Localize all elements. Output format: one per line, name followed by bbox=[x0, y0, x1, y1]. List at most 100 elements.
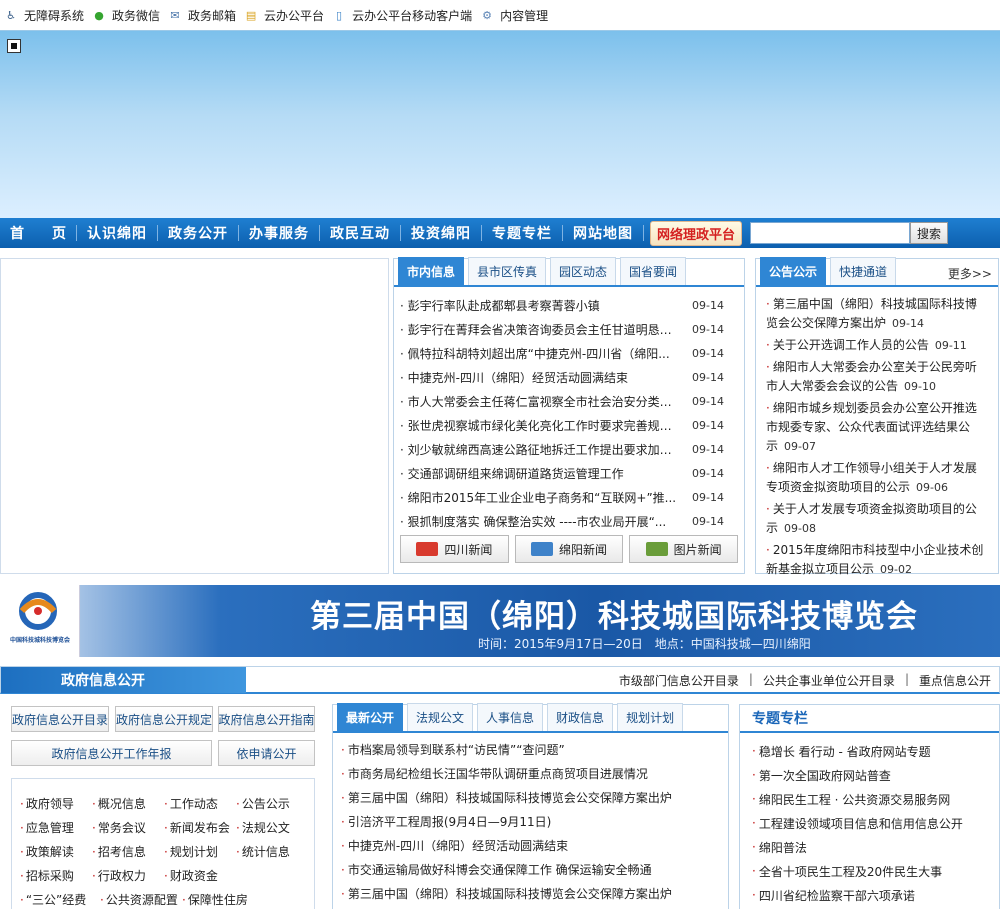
special-item[interactable]: · 稳增长 看行动 - 省政府网站专题 bbox=[752, 739, 999, 763]
nav-item[interactable]: 认识绵阳 bbox=[77, 223, 157, 243]
news-category-button[interactable]: 四川新闻 bbox=[400, 535, 509, 563]
news-item[interactable]: · 刘少敏就绵西高速公路征地拆迁工作提出要求加强... 09-14 bbox=[400, 437, 724, 461]
nav-item[interactable]: 首 页 bbox=[0, 223, 76, 243]
special-item[interactable]: · 全省十项民生工程及20件民生大事 bbox=[752, 859, 999, 883]
topbar-link[interactable]: ♿ 无障碍系统 bbox=[2, 6, 84, 24]
nav-item[interactable]: 投资绵阳 bbox=[401, 223, 481, 243]
latest-tab[interactable]: 最新公开 bbox=[337, 703, 404, 731]
notice-tab[interactable]: 公告公示 bbox=[760, 257, 827, 285]
special-item[interactable]: · 工程建设领域项目信息和信用信息公开 bbox=[752, 811, 999, 835]
news-item[interactable]: · 彭宇行在菁拜会省决策咨询委员会主任甘道明恳请... 09-14 bbox=[400, 317, 724, 341]
news-item-title[interactable]: · 市人大常委会主任蒋仁富视察全市社会治安分类防... bbox=[400, 393, 682, 410]
topbar-link[interactable]: ⚙ 内容管理 bbox=[478, 6, 548, 24]
gov-info-link[interactable]: 市级部门信息公开目录 bbox=[619, 672, 739, 689]
news-item-title[interactable]: · 交通部调研组来绵调研道路货运管理工作 bbox=[400, 465, 682, 482]
topbar-link[interactable]: ✉ 政务邮箱 bbox=[166, 6, 236, 24]
gov-category-link[interactable]: · 政府领导 bbox=[20, 795, 74, 812]
news-item[interactable]: · 交通部调研组来绵调研道路货运管理工作 09-14 bbox=[400, 461, 724, 485]
latest-item-title[interactable]: · 引涪济平工程周报(9月4日—9月11日) bbox=[341, 813, 722, 830]
news-tab[interactable]: 县市区传真 bbox=[468, 257, 547, 285]
news-item[interactable]: · 市人大常委会主任蒋仁富视察全市社会治安分类防... 09-14 bbox=[400, 389, 724, 413]
notice-item[interactable]: · 2015年度绵阳市科技型中小企业技术创 新基金拟立项目公示 09-02 bbox=[766, 541, 992, 579]
expo-banner[interactable]: 中国科技城科技博览会 第三届中国（绵阳）科技城国际科技博览会 时间：2015年9… bbox=[0, 585, 1000, 657]
news-item[interactable]: · 张世虎视察城市绿化美化亮化工作时要求完善规划... 09-14 bbox=[400, 413, 724, 437]
news-item-title[interactable]: · 中捷克州-四川（绵阳）经贸活动圆满结束 bbox=[400, 369, 682, 386]
notice-item[interactable]: · 关于人才发展专项资金拟资助项目的公示 09-08 bbox=[766, 500, 992, 538]
latest-item-title[interactable]: · 市档案局领导到联系村“访民情”“查问题” bbox=[341, 741, 722, 758]
gov-category-link[interactable]: · 招标采购 bbox=[20, 867, 74, 884]
gov-category-link[interactable]: · “三公”经费 bbox=[20, 891, 86, 908]
news-category-button[interactable]: 图片新闻 bbox=[629, 535, 739, 563]
latest-tab[interactable]: 规划计划 bbox=[617, 703, 684, 731]
news-item[interactable]: · 中捷克州-四川（绵阳）经贸活动圆满结束 09-14 bbox=[400, 365, 724, 389]
gov-category-link[interactable]: · 规划计划 bbox=[164, 843, 218, 860]
notice-item[interactable]: · 绵阳市人大常委会办公室关于公民旁听 市人大常委会会议的公告 09-10 bbox=[766, 358, 992, 396]
latest-item-title[interactable]: · 第三届中国（绵阳）科技城国际科技博览会公交保障方案出炉 bbox=[341, 885, 722, 902]
nav-item[interactable]: 办事服务 bbox=[239, 223, 319, 243]
news-item-title[interactable]: · 绵阳市2015年工业企业电子商务和“互联网+”推... bbox=[400, 489, 682, 506]
news-item-title[interactable]: · 佩特拉科胡特刘超出席“中捷克州-四川省（绵阳... bbox=[400, 345, 682, 362]
latest-item[interactable]: · 中捷克州-四川（绵阳）经贸活动圆满结束 bbox=[341, 833, 722, 857]
more-link[interactable]: 更多>> bbox=[948, 265, 992, 282]
gov-category-link[interactable]: · 保障性住房 bbox=[182, 891, 248, 908]
notice-item[interactable]: · 第三届中国（绵阳）科技城国际科技博 览会公交保障方案出炉 09-14 bbox=[766, 295, 992, 333]
latest-item-title[interactable]: · 第三届中国（绵阳）科技城国际科技博览会公交保障方案出炉 bbox=[341, 789, 722, 806]
latest-item-title[interactable]: · 市交通运输局做好科博会交通保障工作 确保运输安全畅通 bbox=[341, 861, 722, 878]
news-item[interactable]: · 狠抓制度落实 确保整治实效 ----市农业局开展“... 09-14 bbox=[400, 509, 724, 533]
gov-category-link[interactable]: · 行政权力 bbox=[92, 867, 146, 884]
latest-item[interactable]: · 市商务局纪检组长汪国华带队调研重点商贸项目进展情况 bbox=[341, 761, 722, 785]
latest-item[interactable]: · 第三届中国（绵阳）科技城国际科技博览会公交保障方案出炉 bbox=[341, 881, 722, 905]
gov-category-link[interactable]: · 工作动态 bbox=[164, 795, 218, 812]
special-item[interactable]: · 四川省纪检监察干部六项承诺 bbox=[752, 883, 999, 907]
gov-category-link[interactable]: · 财政资金 bbox=[164, 867, 218, 884]
gov-info-button[interactable]: 政府信息公开目录 bbox=[11, 706, 109, 732]
topbar-link[interactable]: ▯ 云办公平台移动客户端 bbox=[330, 6, 472, 24]
latest-item[interactable]: · 市交通运输局做好科博会交通保障工作 确保运输安全畅通 bbox=[341, 857, 722, 881]
special-item[interactable]: · 绵阳普法 bbox=[752, 835, 999, 859]
nav-item[interactable]: 专题专栏 bbox=[482, 223, 562, 243]
notice-tab[interactable]: 快捷通道 bbox=[830, 257, 897, 285]
nav-item[interactable]: 政民互动 bbox=[320, 223, 400, 243]
news-item-title[interactable]: · 狠抓制度落实 确保整治实效 ----市农业局开展“... bbox=[400, 513, 682, 530]
latest-item[interactable]: · 市档案局领导到联系村“访民情”“查问题” bbox=[341, 737, 722, 761]
news-tab[interactable]: 国省要闻 bbox=[620, 257, 687, 285]
topbar-link[interactable]: ● 政务微信 bbox=[90, 6, 160, 24]
nav-network-platform[interactable]: 网络理政平台 bbox=[650, 220, 743, 246]
news-item[interactable]: · 佩特拉科胡特刘超出席“中捷克州-四川省（绵阳... 09-14 bbox=[400, 341, 724, 365]
gov-category-link[interactable]: · 统计信息 bbox=[236, 843, 290, 860]
news-item[interactable]: · 彭宇行率队赴成都郫县考察菁蓉小镇 09-14 bbox=[400, 293, 724, 317]
notice-item[interactable]: · 绵阳市城乡规划委员会办公室公开推选 市规委专家、公众代表面试评选结果公示 09-0… bbox=[766, 399, 992, 456]
topbar-link[interactable]: ▤ 云办公平台 bbox=[242, 6, 324, 24]
nav-item[interactable]: 网站地图 bbox=[563, 223, 643, 243]
latest-item[interactable]: · 第三届中国（绵阳）科技城国际科技博览会公交保障方案出炉 bbox=[341, 785, 722, 809]
gov-info-link[interactable]: 公共企事业单位公开目录 bbox=[763, 672, 895, 689]
news-category-button[interactable]: 绵阳新闻 bbox=[514, 535, 624, 563]
gov-category-link[interactable]: · 公告公示 bbox=[236, 795, 290, 812]
gov-info-button[interactable]: 政府信息公开指南 bbox=[218, 706, 315, 732]
news-item[interactable]: · 绵阳市2015年工业企业电子商务和“互联网+”推... 09-14 bbox=[400, 485, 724, 509]
gov-category-link[interactable]: · 法规公文 bbox=[236, 819, 290, 836]
latest-tab[interactable]: 财政信息 bbox=[547, 703, 614, 731]
gov-category-link[interactable]: · 招考信息 bbox=[92, 843, 146, 860]
gov-info-button[interactable]: 政府信息公开规定 bbox=[115, 706, 213, 732]
news-item-title[interactable]: · 张世虎视察城市绿化美化亮化工作时要求完善规划... bbox=[400, 417, 682, 434]
news-item-title[interactable]: · 彭宇行在菁拜会省决策咨询委员会主任甘道明恳请... bbox=[400, 321, 682, 338]
news-item-title[interactable]: · 彭宇行率队赴成都郫县考察菁蓉小镇 bbox=[400, 297, 682, 314]
gov-category-link[interactable]: · 应急管理 bbox=[20, 819, 74, 836]
special-item[interactable]: · 第一次全国政府网站普查 bbox=[752, 763, 999, 787]
gov-category-link[interactable]: · 政策解读 bbox=[20, 843, 74, 860]
gov-info-button[interactable]: 依申请公开 bbox=[218, 740, 315, 766]
gov-category-link[interactable]: · 概况信息 bbox=[92, 795, 146, 812]
latest-item-title[interactable]: · 市商务局纪检组长汪国华带队调研重点商贸项目进展情况 bbox=[341, 765, 722, 782]
gov-category-link[interactable]: · 常务会议 bbox=[92, 819, 146, 836]
search-input[interactable] bbox=[750, 222, 911, 244]
latest-item[interactable]: · 引涪济平工程周报(9月4日—9月11日) bbox=[341, 809, 722, 833]
news-tab[interactable]: 园区动态 bbox=[550, 257, 617, 285]
gov-info-link[interactable]: 重点信息公开 bbox=[919, 672, 991, 689]
gov-category-link[interactable]: · 新闻发布会 bbox=[164, 819, 230, 836]
search-button[interactable]: 搜索 bbox=[910, 222, 949, 244]
notice-item[interactable]: · 关于公开选调工作人员的公告 09-11 bbox=[766, 336, 992, 355]
gov-category-link[interactable]: · 公共资源配置 bbox=[100, 891, 178, 908]
banner-toggle-button[interactable] bbox=[7, 39, 21, 53]
latest-item-title[interactable]: · 中捷克州-四川（绵阳）经贸活动圆满结束 bbox=[341, 837, 722, 854]
